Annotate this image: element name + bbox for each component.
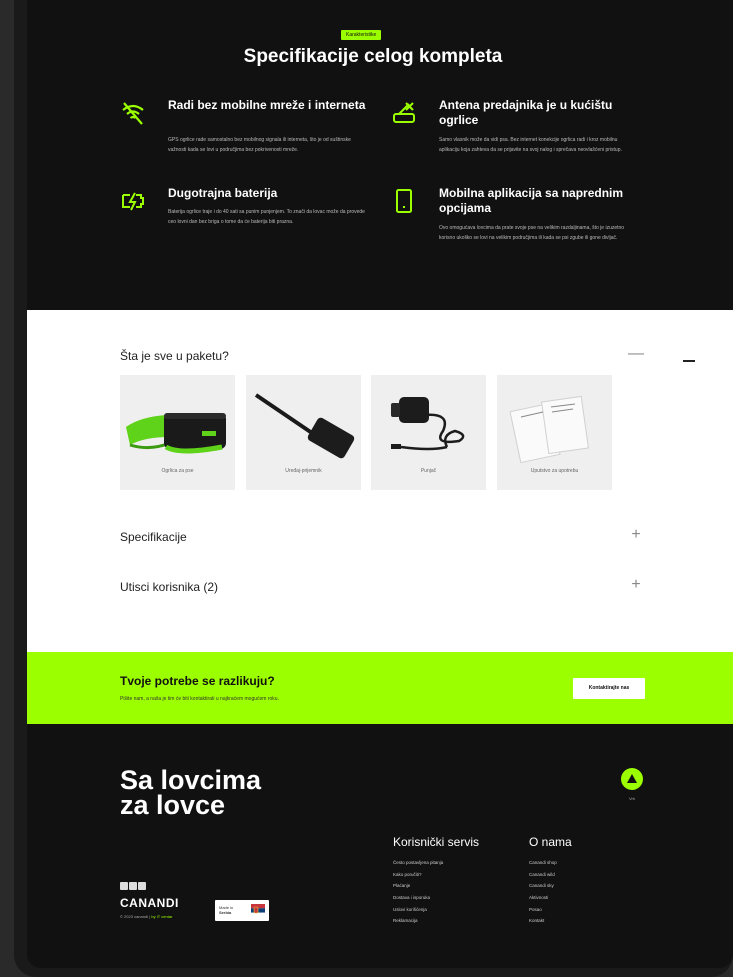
copyright-author[interactable]: by IT centar [151,914,172,919]
social-links [120,877,147,895]
antenna-collar-icon [393,102,415,123]
feature-antenna: Antena predajnika je u kućištu ogrlice S… [391,98,641,178]
package-item-label: Uređaj-prijemnik [285,468,322,474]
section-badge: Karakteristike [341,30,382,40]
accordion-label: Utisci korisnika (2) [120,580,219,594]
package-item-collar: Ogrlica za pse [120,375,235,490]
linkedin-icon[interactable] [138,882,146,890]
footer-link[interactable]: Canandi wild [529,869,557,881]
made-in-text: Made in Serbia [219,905,233,915]
back-to-top-label: Vrh [628,796,636,801]
package-item-label: Uputstvo za upotrebu [530,468,579,474]
package-item-receiver: Uređaj-prijemnik [246,375,361,490]
about-column-title: O nama [529,835,572,849]
back-to-top-button[interactable] [621,768,643,790]
accordion-specifications[interactable]: Specifikacije + [120,526,644,548]
footer-link[interactable]: Uslovi korišćenja [393,904,443,916]
feature-title: Mobilna aplikacija sa naprednim opcijama [439,186,624,215]
cta-text: Pišite nam, a naša je tim će biti kontak… [120,696,279,702]
footer-link[interactable]: Posao [529,904,557,916]
package-item-charger: Punjač [371,375,486,490]
accordion-reviews[interactable]: Utisci korisnika (2) + [120,576,644,598]
feature-text: Ovo omogućava lovcima da prate svoje pse… [439,225,625,241]
facebook-icon[interactable] [120,882,128,890]
feature-text: Samo vlasnik može da vidi psa. Bez inter… [439,137,622,153]
package-section: Šta je sve u paketu? — Ogrlica za pse Ur… [27,310,733,652]
page-screen: Karakteristike Specifikacije celog kompl… [27,0,733,968]
specs-section: Karakteristike Specifikacije celog kompl… [27,0,733,310]
instagram-icon[interactable] [129,882,137,890]
footer-link[interactable]: Aktivnosti [529,892,557,904]
feature-text: Baterija ogrlice traje i do 40 sati sa p… [168,209,365,225]
feature-title: Radi bez mobilne mreže i interneta [168,98,366,112]
footer-link[interactable]: Plaćanje [393,880,443,892]
expand-icon[interactable]: + [628,526,644,544]
battery-charge-icon [122,192,144,211]
footer: Sa lovcima za lovce Vrh Korisnički servi… [27,724,733,968]
footer-link[interactable]: Često postavljena pitanja [393,857,443,869]
minus-icon[interactable] [683,360,695,362]
service-links: Često postavljena pitanja Kako poručiti?… [393,857,443,927]
package-item-label: Ogrlica za pse [161,468,194,474]
footer-link[interactable]: Canandi shop [529,857,557,869]
about-links: Canandi shop Canandi wild Canandi sky Ak… [529,857,557,927]
footer-link[interactable]: Canandi sky [529,880,557,892]
serbia-flag-icon [251,904,265,917]
footer-link[interactable]: Kontakt [529,915,557,927]
made-in-serbia-badge: Made in Serbia [215,900,269,921]
slogan-line: za lovce [120,790,226,820]
mobile-phone-icon [396,189,412,213]
feature-no-network: Radi bez mobilne mreže i interneta GPS o… [120,98,370,178]
copyright: © 2023 canandi | by IT centar [120,914,172,919]
accordion-label: Šta je sve u paketu? [120,349,229,363]
feature-text: GPS ogrlice rade samostalno bez mobilnog… [168,137,351,153]
made-in-line: Serbia [219,910,232,915]
specs-title: Specifikacije celog kompleta [243,46,503,67]
feature-battery: Dugotrajna baterija Baterija ogrlice tra… [120,186,370,246]
feature-mobile-app: Mobilna aplikacija sa naprednim opcijama… [391,186,641,256]
feature-title: Antena predajnika je u kućištu ogrlice [439,98,613,127]
accordion-package[interactable]: Šta je sve u paketu? — [120,345,644,367]
arrow-up-icon [627,774,637,783]
package-item-label: Punjač [420,468,437,474]
service-column-title: Korisnički servis [393,835,480,849]
package-item-manual: Uputstvo za upotrebu [497,375,612,490]
collapse-icon[interactable]: — [628,345,644,363]
feature-title: Dugotrajna baterija [168,186,278,200]
cta-title: Tvoje potrebe se razlikuju? [120,674,275,688]
footer-slogan: Sa lovcima za lovce [120,767,261,820]
contact-button[interactable]: Kontaktirajte nas [573,678,645,699]
expand-icon[interactable]: + [628,576,644,594]
footer-logo[interactable]: CANANDI [120,896,179,910]
footer-link[interactable]: Dostava i isporuka [393,892,443,904]
no-network-icon [122,102,144,125]
footer-link[interactable]: Kako poručiti? [393,869,443,881]
footer-link[interactable]: Reklamacija [393,915,443,927]
cta-banner: Tvoje potrebe se razlikuju? Pišite nam, … [27,652,733,724]
copyright-text: © 2023 canandi | [120,914,151,919]
accordion-label: Specifikacije [120,530,187,544]
